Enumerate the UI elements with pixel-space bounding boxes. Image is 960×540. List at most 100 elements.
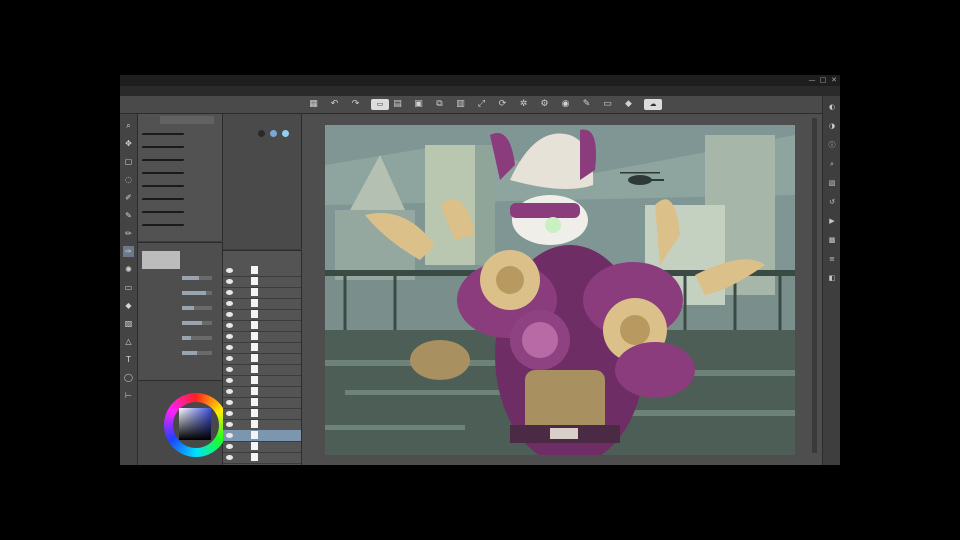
navigator-icon[interactable]: ◐: [827, 102, 837, 112]
property-slider[interactable]: [182, 351, 212, 355]
eye-icon[interactable]: [226, 389, 233, 394]
redo-icon[interactable]: ↷: [350, 99, 361, 110]
canvas-scrollbar[interactable]: [812, 118, 817, 453]
move-icon[interactable]: ✥: [123, 138, 134, 149]
close-button[interactable]: ✕: [830, 76, 838, 84]
eye-icon[interactable]: [226, 422, 233, 427]
subtool-tab[interactable]: [196, 116, 214, 124]
eye-icon[interactable]: [226, 345, 233, 350]
eye-icon[interactable]: [226, 279, 233, 284]
property-row[interactable]: [142, 333, 218, 343]
figure-icon[interactable]: △: [123, 336, 134, 347]
eye-icon[interactable]: [226, 312, 233, 317]
intermediate-icon[interactable]: ◧: [827, 273, 837, 283]
maximize-button[interactable]: □: [819, 76, 827, 84]
canvas-artwork[interactable]: [325, 125, 795, 455]
slider-icon[interactable]: ≡: [827, 254, 837, 264]
brush-item[interactable]: [138, 206, 222, 218]
color-set-icon[interactable]: ▩: [827, 235, 837, 245]
brush-item[interactable]: [138, 167, 222, 179]
layer-thumbnail: [251, 376, 258, 384]
layer-color-dot[interactable]: [258, 130, 265, 137]
lasso-icon[interactable]: ◌: [123, 174, 134, 185]
sub-view-icon[interactable]: ◑: [827, 121, 837, 131]
zoom-icon[interactable]: ⌕: [123, 120, 134, 131]
ruler-icon[interactable]: ⊢: [123, 390, 134, 401]
minimize-button[interactable]: —: [808, 76, 816, 84]
property-slider[interactable]: [182, 291, 212, 295]
paste-icon[interactable]: ▥: [455, 99, 466, 110]
eye-icon[interactable]: [226, 356, 233, 361]
color-wheel[interactable]: [164, 393, 228, 457]
property-row[interactable]: [142, 273, 218, 283]
eye-icon[interactable]: [226, 411, 233, 416]
fill-icon[interactable]: ◆: [623, 99, 634, 110]
open-icon[interactable]: ▤: [392, 99, 403, 110]
settings-icon[interactable]: ⚙: [539, 99, 550, 110]
info-icon[interactable]: ⓘ: [827, 140, 837, 150]
pen-icon[interactable]: ✎: [123, 210, 134, 221]
slider-fill: [182, 306, 194, 310]
property-slider[interactable]: [182, 321, 212, 325]
layer-thumbnail: [251, 431, 258, 439]
property-row[interactable]: [142, 318, 218, 328]
brush-item[interactable]: [138, 154, 222, 166]
eye-icon[interactable]: [226, 323, 233, 328]
grid-icon[interactable]: ▦: [308, 99, 319, 110]
selection-icon[interactable]: ▢: [123, 156, 134, 167]
cloud-icon[interactable]: ☁: [644, 99, 662, 110]
star-icon[interactable]: ✲: [518, 99, 529, 110]
transform-icon[interactable]: ⤢: [476, 99, 487, 110]
auto-action-icon[interactable]: ▶: [827, 216, 837, 226]
property-slider[interactable]: [182, 336, 212, 340]
new-icon[interactable]: ▭: [371, 99, 389, 110]
brush-item[interactable]: [138, 141, 222, 153]
history-icon[interactable]: ↺: [827, 197, 837, 207]
save-icon[interactable]: ▣: [413, 99, 424, 110]
view-icon[interactable]: ◉: [560, 99, 571, 110]
material-icon[interactable]: ▧: [827, 178, 837, 188]
layer-color-dot[interactable]: [282, 130, 289, 137]
eye-icon[interactable]: [226, 268, 233, 273]
eraser-icon[interactable]: ▭: [602, 99, 613, 110]
eyedropper-icon[interactable]: ✐: [123, 192, 134, 203]
property-slider[interactable]: [182, 306, 212, 310]
brush-item[interactable]: [138, 180, 222, 192]
layer-property-panel: [223, 114, 302, 249]
eye-icon[interactable]: [226, 444, 233, 449]
property-slider[interactable]: [182, 276, 212, 280]
brush-item[interactable]: [138, 128, 222, 140]
layer-row[interactable]: [223, 452, 301, 464]
rotate-icon[interactable]: ⟳: [497, 99, 508, 110]
property-row[interactable]: [142, 348, 218, 358]
eye-icon[interactable]: [226, 334, 233, 339]
fill-icon[interactable]: ◆: [123, 300, 134, 311]
layer-thumbnail: [251, 420, 258, 428]
balloon-icon[interactable]: ◯: [123, 372, 134, 383]
eye-icon[interactable]: [226, 433, 233, 438]
airbrush-icon[interactable]: ✺: [123, 264, 134, 275]
eye-icon[interactable]: [226, 455, 233, 460]
saturation-value-square[interactable]: [179, 408, 211, 440]
layer-color-dot[interactable]: [270, 130, 277, 137]
property-row[interactable]: [142, 288, 218, 298]
property-row[interactable]: [142, 303, 218, 313]
eye-icon[interactable]: [226, 400, 233, 405]
layer-search-icon[interactable]: ⌕: [827, 159, 837, 169]
eye-icon[interactable]: [226, 301, 233, 306]
subtool-tab[interactable]: [160, 116, 178, 124]
brush-icon[interactable]: ✑: [123, 246, 134, 257]
pencil-icon[interactable]: ✏: [123, 228, 134, 239]
undo-icon[interactable]: ↶: [329, 99, 340, 110]
brush-item[interactable]: [138, 219, 222, 231]
eye-icon[interactable]: [226, 378, 233, 383]
copy-icon[interactable]: ⧉: [434, 99, 445, 110]
gradient-icon[interactable]: ▨: [123, 318, 134, 329]
pen-icon[interactable]: ✎: [581, 99, 592, 110]
eye-icon[interactable]: [226, 290, 233, 295]
text-icon[interactable]: T: [123, 354, 134, 365]
subtool-tab[interactable]: [178, 116, 196, 124]
brush-item[interactable]: [138, 193, 222, 205]
eye-icon[interactable]: [226, 367, 233, 372]
eraser-icon[interactable]: ▭: [123, 282, 134, 293]
